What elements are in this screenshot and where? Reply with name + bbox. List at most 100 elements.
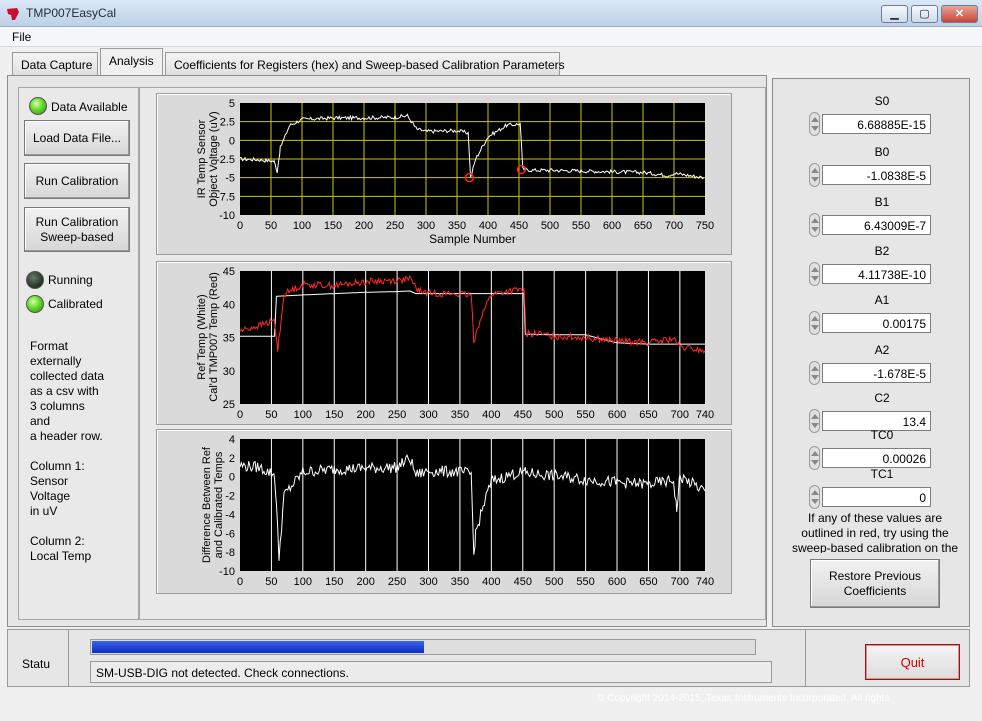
y-tick-label: 35 [223, 333, 235, 345]
y-tick-label: -4 [225, 509, 235, 521]
coef-label-tc0: TC0 [870, 428, 894, 442]
coef-spinner-tc1[interactable] [809, 485, 820, 509]
x-tick-label: 740 [696, 409, 714, 421]
x-tick-label: 450 [514, 576, 532, 588]
y-tick-label: 2 [229, 453, 235, 465]
coef-value-tc0[interactable]: 0.00026 [822, 448, 931, 468]
y-tick-label: -10 [219, 210, 235, 222]
x-tick-label: 500 [545, 409, 563, 421]
x-tick-label: 550 [572, 220, 590, 232]
x-tick-label: 250 [386, 220, 404, 232]
progress-bar [90, 639, 756, 655]
coef-value-s0[interactable]: 6.68885E-15 [822, 114, 931, 134]
x-tick-label: 350 [451, 409, 469, 421]
y-axis-label: Difference Between Refand Calibrated Tem… [201, 446, 225, 563]
x-tick-label: 250 [388, 576, 406, 588]
y-tick-label: -5 [225, 173, 235, 185]
x-tick-label: 450 [514, 409, 532, 421]
coef-value-b1[interactable]: 6.43009E-7 [822, 215, 931, 235]
coef-value-b0[interactable]: -1.0838E-5 [822, 165, 931, 185]
status-divider [68, 630, 69, 686]
coef-label-tc1: TC1 [870, 467, 894, 481]
x-tick-label: 350 [451, 576, 469, 588]
coef-label-a2: A2 [874, 343, 890, 357]
y-tick-label: -10 [219, 566, 235, 578]
y-tick-label: -8 [225, 547, 235, 559]
x-tick-label: 150 [325, 576, 343, 588]
restore-line2: Coefficients [843, 583, 907, 598]
x-tick-label: 0 [237, 576, 243, 588]
x-tick-label: 740 [696, 576, 714, 588]
progress-fill [92, 641, 424, 653]
coef-label-b2: B2 [874, 244, 890, 258]
x-tick-label: 200 [355, 220, 373, 232]
restore-coefficients-button[interactable]: Restore Previous Coefficients [810, 559, 940, 608]
x-tick-label: 550 [576, 576, 594, 588]
status-label: Statu [22, 657, 51, 671]
x-tick-label: 0 [237, 409, 243, 421]
restore-line1: Restore Previous [828, 568, 922, 583]
y-tick-label: 45 [223, 266, 235, 278]
x-tick-label: 500 [541, 220, 559, 232]
status-divider-right [805, 630, 806, 686]
chart-0: 0 50 100 150 200 250 300 350 400 450 500 550 600 650 7… [196, 98, 714, 246]
x-tick-label: 600 [608, 409, 626, 421]
coef-spinner-tc0[interactable] [809, 446, 820, 470]
y-axis-label: Ref Temp (White)Cal'd TMP007 Temp (Red) [196, 272, 220, 401]
x-tick-label: 100 [294, 409, 312, 421]
x-tick-label: 600 [608, 576, 626, 588]
x-tick-label: 100 [293, 220, 311, 232]
coef-label-s0: S0 [874, 94, 890, 108]
coef-spinner-b0[interactable] [809, 163, 820, 187]
x-axis-label: Sample Number [429, 232, 516, 246]
coef-label-b1: B1 [874, 195, 890, 209]
y-tick-label: 2.5 [220, 117, 235, 129]
y-tick-label: 25 [223, 399, 235, 411]
x-tick-label: 700 [671, 409, 689, 421]
x-tick-label: 400 [482, 409, 500, 421]
x-tick-label: 250 [388, 409, 406, 421]
x-tick-label: 600 [603, 220, 621, 232]
x-tick-label: 450 [510, 220, 528, 232]
x-tick-label: 650 [634, 220, 652, 232]
coef-value-a2[interactable]: -1.678E-5 [822, 363, 931, 383]
coef-value-a1[interactable]: 0.00175 [822, 313, 931, 333]
coef-spinner-c2[interactable] [809, 409, 820, 433]
coef-spinner-b2[interactable] [809, 262, 820, 286]
x-tick-label: 200 [356, 409, 374, 421]
y-axis-label: IR Temp SensorObject Voltage (uV) [196, 111, 220, 206]
x-tick-label: 300 [417, 220, 435, 232]
y-tick-label: 0 [229, 135, 235, 147]
y-tick-label: 5 [229, 98, 235, 110]
coef-value-b2[interactable]: 4.11738E-10 [822, 264, 931, 284]
x-tick-label: 150 [324, 220, 342, 232]
x-tick-label: 500 [545, 576, 563, 588]
status-message: SM-USB-DIG not detected. Check connectio… [90, 661, 772, 683]
coef-value-tc1[interactable]: 0 [822, 487, 931, 507]
chart-2: 0 50 100 150 200 250 300 350 400 450 500 550 600 650 7… [201, 434, 714, 588]
y-tick-label: 4 [229, 434, 235, 446]
y-tick-label: -6 [225, 528, 235, 540]
coefficient-hint: If any of these values are outlined in r… [791, 511, 959, 553]
x-tick-label: 100 [294, 576, 312, 588]
x-tick-label: 300 [419, 409, 437, 421]
x-tick-label: 650 [639, 576, 657, 588]
coef-spinner-a2[interactable] [809, 361, 820, 385]
quit-button[interactable]: Quit [865, 644, 960, 680]
coef-spinner-a1[interactable] [809, 311, 820, 335]
chart-1: 0 50 100 150 200 250 300 350 400 450 500 550 600 650 7… [196, 266, 714, 421]
x-tick-label: 50 [265, 409, 277, 421]
x-tick-label: 400 [482, 576, 500, 588]
coef-spinner-s0[interactable] [809, 112, 820, 136]
coef-label-b0: B0 [874, 145, 890, 159]
x-tick-label: 150 [325, 409, 343, 421]
y-tick-label: 30 [223, 366, 235, 378]
x-tick-label: 550 [576, 409, 594, 421]
copyright-text: © Copyright 2014-2015, Texas Instruments… [597, 693, 890, 704]
y-tick-label: -2 [225, 491, 235, 503]
coef-spinner-b1[interactable] [809, 213, 820, 237]
coef-label-c2: C2 [874, 391, 890, 405]
x-tick-label: 700 [671, 576, 689, 588]
x-tick-label: 50 [265, 220, 277, 232]
x-tick-label: 300 [419, 576, 437, 588]
